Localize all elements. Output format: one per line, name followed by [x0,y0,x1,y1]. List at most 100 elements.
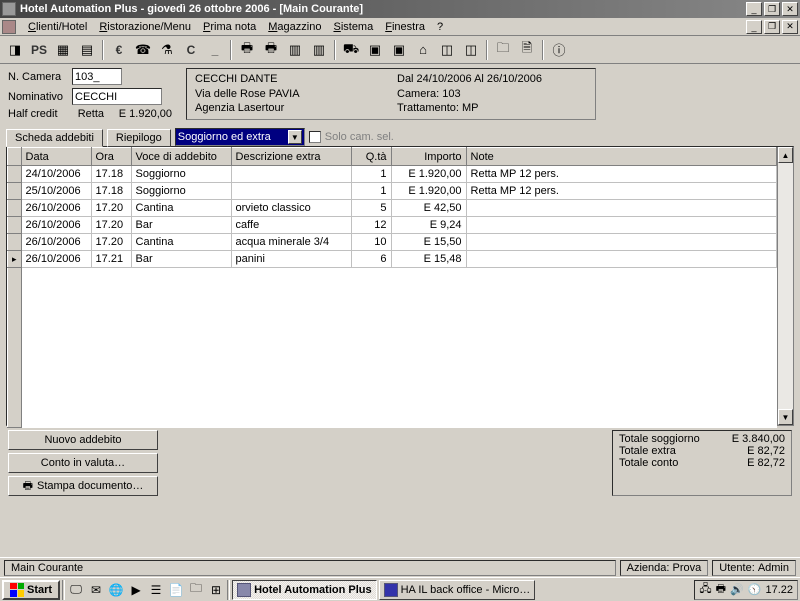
cell-data[interactable]: 26/10/2006 [21,251,91,268]
n-camera-input[interactable] [72,68,122,85]
cell-descr[interactable]: panini [231,251,351,268]
toolbar-btn-4[interactable]: ▤ [76,39,98,61]
menu-ristorazione[interactable]: Ristorazione/Menu [93,20,197,34]
cell-data[interactable]: 24/10/2006 [21,166,91,183]
cell-qta[interactable]: 12 [351,217,391,234]
toolbar-btn-c[interactable]: C [180,39,202,61]
toolbar-btn-help[interactable]: ⓘ [548,39,570,61]
toolbar-btn-7[interactable]: ⚗ [156,39,178,61]
col-ora[interactable]: Ora [91,148,131,166]
tab-scheda-addebiti[interactable]: Scheda addebiti [6,129,103,147]
cell-importo[interactable]: E 1.920,00 [391,166,466,183]
cell-note[interactable]: Retta MP 12 pers. [466,166,776,183]
mdi-close-button[interactable]: ✕ [782,20,798,34]
cell-descr[interactable]: caffe [231,217,351,234]
minimize-button[interactable]: _ [746,2,762,16]
cell-voce[interactable]: Cantina [131,234,231,251]
toolbar-btn-3[interactable]: ▦ [52,39,74,61]
toolbar-btn-folder[interactable]: 🗀 [492,39,514,61]
menu-help[interactable]: ? [431,20,449,34]
cell-note[interactable]: Retta MP 12 pers. [466,183,776,200]
menu-finestra[interactable]: Finestra [379,20,431,34]
quicklaunch-3[interactable]: 🌐 [107,581,125,599]
toolbar-btn-print2[interactable]: 🖶 [260,39,282,61]
scroll-track[interactable] [778,163,793,409]
quicklaunch-1[interactable]: 🖵 [67,581,85,599]
quicklaunch-5[interactable]: ☰ [147,581,165,599]
toolbar-btn-box2[interactable]: ▣ [388,39,410,61]
quicklaunch-4[interactable]: ▶ [127,581,145,599]
cell-voce[interactable]: Bar [131,251,231,268]
scroll-up-button[interactable]: ▲ [778,147,793,163]
toolbar-btn-6[interactable]: ☎ [132,39,154,61]
toolbar-btn-win2[interactable]: ◫ [460,39,482,61]
toolbar-btn-underscore[interactable]: _ [204,39,226,61]
tray-icon-2[interactable]: 🖶 [716,580,726,599]
system-tray[interactable]: 🖧 🖶 🔊 🕥 17.22 [694,580,798,600]
quicklaunch-8[interactable]: ⊞ [207,581,225,599]
scroll-down-button[interactable]: ▼ [778,409,793,425]
cell-qta[interactable]: 5 [351,200,391,217]
conto-valuta-button[interactable]: Conto in valuta… [8,453,158,473]
quicklaunch-7[interactable]: 🗀 [187,581,205,599]
cell-qta[interactable]: 1 [351,183,391,200]
cell-voce[interactable]: Soggiorno [131,183,231,200]
col-voce[interactable]: Voce di addebito [131,148,231,166]
cell-voce[interactable]: Cantina [131,200,231,217]
col-qta[interactable]: Q.tà [351,148,391,166]
nuovo-addebito-button[interactable]: Nuovo addebito [8,430,158,450]
quicklaunch-6[interactable]: 📄 [167,581,185,599]
cell-qta[interactable]: 10 [351,234,391,251]
maximize-button[interactable]: ❐ [764,2,780,16]
table-row[interactable]: 26/10/200617.20Cantinaacqua minerale 3/4… [8,234,777,251]
start-button[interactable]: Start [2,580,60,600]
toolbar-btn-doc1[interactable]: ▥ [284,39,306,61]
toolbar-btn-box1[interactable]: ▣ [364,39,386,61]
cell-data[interactable]: 26/10/2006 [21,234,91,251]
col-descr[interactable]: Descrizione extra [231,148,351,166]
col-data[interactable]: Data [21,148,91,166]
table-row[interactable]: 26/10/200617.21Barpanini6E 15,48 [8,251,777,268]
cell-data[interactable]: 25/10/2006 [21,183,91,200]
chevron-down-icon[interactable]: ▼ [288,130,302,144]
cell-ora[interactable]: 17.21 [91,251,131,268]
cell-voce[interactable]: Soggiorno [131,166,231,183]
menu-sistema[interactable]: Sistema [327,20,379,34]
close-button[interactable]: ✕ [782,2,798,16]
stampa-documento-button[interactable]: 🖶Stampa documento… [8,476,158,496]
cell-voce[interactable]: Bar [131,217,231,234]
cell-note[interactable] [466,217,776,234]
taskbar-item-hotel[interactable]: Hotel Automation Plus [232,580,377,600]
addebiti-grid[interactable]: Data Ora Voce di addebito Descrizione ex… [7,147,777,428]
toolbar-btn-note[interactable]: 🗎 [516,39,538,61]
cell-descr[interactable]: acqua minerale 3/4 [231,234,351,251]
taskbar-item-word[interactable]: HA IL back office - Micro… [379,580,536,600]
cell-note[interactable] [466,251,776,268]
cell-qta[interactable]: 1 [351,166,391,183]
cell-ora[interactable]: 17.18 [91,166,131,183]
mdi-child-icon[interactable] [2,20,16,34]
menu-prima-nota[interactable]: Prima nota [197,20,262,34]
cell-data[interactable]: 26/10/2006 [21,200,91,217]
menu-clienti[interactable]: Clienti/Hotel [22,20,93,34]
menu-magazzino[interactable]: Magazzino [262,20,327,34]
toolbar-btn-1[interactable]: ◨ [4,39,26,61]
cell-ora[interactable]: 17.18 [91,183,131,200]
table-row[interactable]: 26/10/200617.20Barcaffe12E 9,24 [8,217,777,234]
cell-importo[interactable]: E 15,48 [391,251,466,268]
toolbar-btn-doc2[interactable]: ▥ [308,39,330,61]
cell-note[interactable] [466,200,776,217]
vertical-scrollbar[interactable]: ▲ ▼ [777,147,793,425]
cell-descr[interactable]: orvieto classico [231,200,351,217]
tray-icon-1[interactable]: 🖧 [699,580,711,599]
tab-riepilogo[interactable]: Riepilogo [107,129,171,147]
cell-descr[interactable] [231,166,351,183]
col-note[interactable]: Note [466,148,776,166]
toolbar-btn-euro[interactable]: € [108,39,130,61]
cell-ora[interactable]: 17.20 [91,217,131,234]
toolbar-btn-truck[interactable]: ⛟ [340,39,362,61]
cell-importo[interactable]: E 1.920,00 [391,183,466,200]
toolbar-btn-win[interactable]: ◫ [436,39,458,61]
tray-icon-4[interactable]: 🕥 [748,583,762,596]
cell-importo[interactable]: E 9,24 [391,217,466,234]
